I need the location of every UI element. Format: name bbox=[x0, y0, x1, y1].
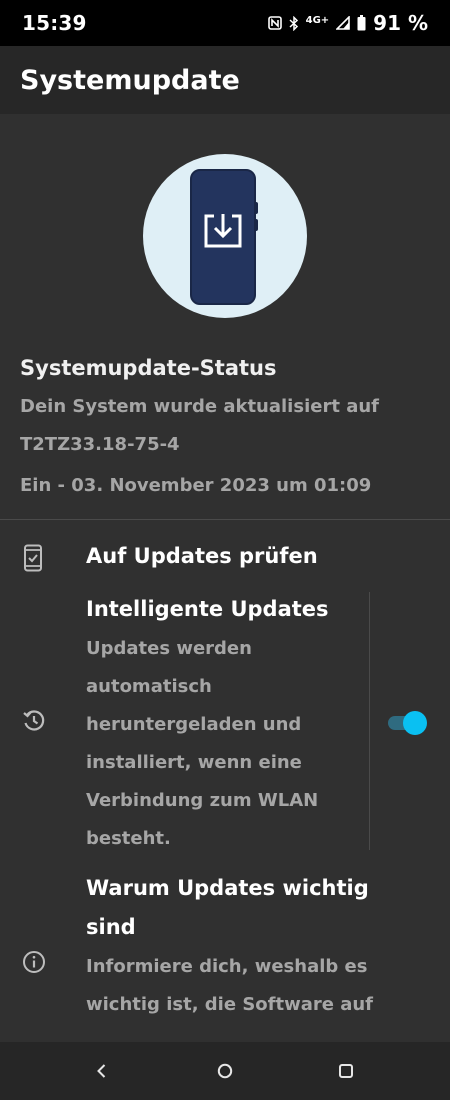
description-line: Updates werden bbox=[86, 638, 252, 659]
back-icon bbox=[97, 1064, 106, 1078]
network-type: 4G+ bbox=[305, 14, 330, 26]
title-line: sind bbox=[86, 915, 136, 939]
update-date: Ein - 03. November 2023 um 01:09 bbox=[20, 475, 372, 496]
history-icon bbox=[23, 710, 45, 731]
divider bbox=[0, 519, 450, 520]
app-bar: Systemupdate bbox=[0, 46, 450, 114]
why-updates-title: Warum Updates wichtig sind bbox=[86, 869, 406, 947]
back-button[interactable] bbox=[91, 1060, 113, 1082]
vertical-divider bbox=[369, 592, 370, 850]
description-line: Informiere dich, weshalb es bbox=[86, 956, 368, 977]
description-line: automatisch bbox=[86, 676, 212, 697]
description-line: installiert, wenn eine bbox=[86, 752, 302, 773]
why-updates-description: Informiere dich, weshalb es wichtig ist,… bbox=[86, 948, 406, 1024]
content[interactable]: Systemupdate-Status Dein System wurde ak… bbox=[0, 114, 450, 1042]
description-line: besteht. bbox=[86, 828, 171, 849]
toggle-thumb bbox=[403, 711, 427, 735]
description-line: wichtig ist, die Software auf bbox=[86, 994, 374, 1015]
update-status-title: Systemupdate-Status bbox=[20, 356, 277, 380]
home-button[interactable] bbox=[214, 1060, 236, 1082]
update-illustration bbox=[143, 154, 307, 318]
page-title: Systemupdate bbox=[20, 64, 240, 96]
phone-check-icon bbox=[24, 544, 42, 572]
phone-side-button bbox=[254, 219, 258, 231]
status-time: 15:39 bbox=[22, 11, 87, 35]
update-status-text: Dein System wurde aktualisiert auf bbox=[20, 396, 379, 417]
status-bar: 15:39 4G+ 91 % bbox=[0, 0, 450, 46]
signal-icon bbox=[336, 16, 350, 30]
update-version: T2TZ33.18-75-4 bbox=[20, 434, 180, 455]
battery-percent: 91 % bbox=[373, 11, 428, 35]
check-updates-label: Auf Updates prüfen bbox=[86, 544, 318, 568]
info-icon bbox=[23, 951, 45, 973]
home-icon bbox=[217, 1063, 233, 1079]
smart-updates-title: Intelligente Updates bbox=[86, 597, 329, 621]
smart-updates-toggle[interactable] bbox=[388, 711, 428, 735]
recents-icon bbox=[339, 1064, 353, 1078]
status-icons: 4G+ 91 % bbox=[267, 11, 428, 35]
download-icon bbox=[204, 214, 242, 248]
battery-icon bbox=[357, 15, 366, 31]
description-line: heruntergeladen und bbox=[86, 714, 302, 735]
smart-updates-description: Updates werden automatisch heruntergelad… bbox=[86, 630, 356, 858]
phone-side-button bbox=[254, 202, 258, 214]
title-line: Warum Updates wichtig bbox=[86, 876, 369, 900]
navigation-bar bbox=[0, 1042, 450, 1100]
description-line: Verbindung zum WLAN bbox=[86, 790, 319, 811]
recents-button[interactable] bbox=[335, 1060, 357, 1082]
bluetooth-icon bbox=[289, 15, 298, 31]
nfc-icon bbox=[267, 16, 282, 30]
